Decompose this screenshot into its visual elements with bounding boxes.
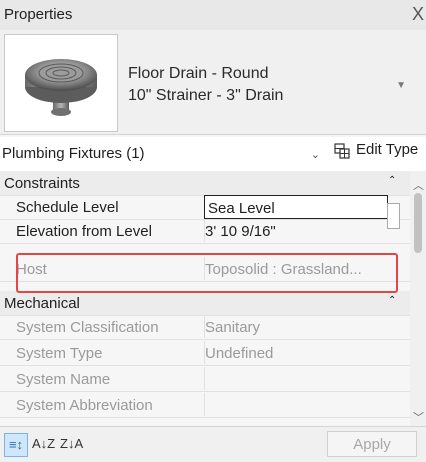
property-row-system-type[interactable]: System Type Undefined bbox=[0, 341, 410, 366]
host-field: Toposolid : Grassland... bbox=[204, 257, 387, 280]
category-filter-value: Plumbing Fixtures (1) bbox=[2, 145, 145, 162]
title-bar: Properties X bbox=[0, 0, 426, 30]
sort-ascending-icon[interactable]: A↓Z bbox=[32, 433, 55, 455]
property-row-system-classification[interactable]: System Classification Sanitary bbox=[0, 315, 410, 340]
property-row-system-abbreviation[interactable]: System Abbreviation bbox=[0, 393, 410, 418]
system-classification-field: Sanitary bbox=[204, 315, 387, 338]
edit-type-icon bbox=[334, 143, 350, 159]
property-name: Elevation from Level bbox=[16, 223, 152, 240]
bottom-toolbar: ≡↕ A↓Z Z↓A Apply bbox=[0, 426, 426, 462]
scrollbar-thumb[interactable] bbox=[387, 203, 400, 229]
property-name: System Classification bbox=[16, 319, 159, 336]
property-value: Sea Level bbox=[208, 200, 275, 217]
property-row-schedule-level[interactable]: Schedule Level Sea Level bbox=[0, 195, 410, 220]
vertical-scrollbar[interactable]: ︿ ﹀ bbox=[410, 171, 426, 426]
system-abbreviation-field bbox=[204, 393, 387, 416]
collapse-icon[interactable]: ⌃ bbox=[388, 295, 396, 306]
group-mechanical[interactable]: Mechanical ⌃ bbox=[0, 291, 410, 316]
type-name-line1: Floor Drain - Round bbox=[128, 65, 269, 82]
property-name: System Abbreviation bbox=[16, 397, 153, 414]
value-scrollbar[interactable] bbox=[386, 201, 400, 253]
sort-categorized-icon[interactable]: ≡↕ bbox=[4, 433, 28, 457]
group-title: Mechanical bbox=[4, 295, 80, 312]
property-row-system-name[interactable]: System Name bbox=[0, 367, 410, 392]
property-name: Host bbox=[16, 261, 47, 278]
category-row: Plumbing Fixtures (1) ⌄ Edit Type bbox=[0, 137, 426, 172]
floor-drain-icon bbox=[4, 34, 118, 132]
property-value: 3' 10 9/16" bbox=[205, 223, 276, 240]
type-name: Floor Drain - Round 10" Strainer - 3" Dr… bbox=[128, 63, 283, 107]
property-value: Toposolid : Grassland... bbox=[205, 261, 362, 278]
chevron-down-icon: ⌄ bbox=[310, 149, 320, 161]
schedule-level-field[interactable]: Sea Level bbox=[204, 195, 388, 219]
properties-panel: Properties X Floor Drain - Round 10" Str… bbox=[0, 0, 426, 462]
close-icon[interactable]: X bbox=[412, 3, 424, 25]
elevation-field[interactable]: 3' 10 9/16" bbox=[204, 219, 387, 242]
property-value: Sanitary bbox=[205, 319, 261, 336]
scrollbar-thumb[interactable] bbox=[414, 193, 422, 253]
sort-descending-icon[interactable]: Z↓A bbox=[60, 433, 83, 455]
property-name: System Name bbox=[16, 371, 111, 388]
property-row-elevation-from-level[interactable]: Elevation from Level 3' 10 9/16" bbox=[0, 219, 410, 244]
system-type-field: Undefined bbox=[204, 341, 387, 364]
apply-button[interactable]: Apply bbox=[327, 431, 417, 457]
property-name: Schedule Level bbox=[16, 199, 119, 216]
category-filter-dropdown[interactable]: Plumbing Fixtures (1) ⌄ bbox=[2, 141, 328, 167]
panel-title: Properties bbox=[4, 6, 73, 23]
system-name-field bbox=[204, 367, 387, 390]
property-value: Undefined bbox=[205, 345, 274, 362]
scroll-up-icon[interactable]: ︿ bbox=[413, 177, 424, 193]
type-name-line2: 10" Strainer - 3" Drain bbox=[128, 87, 284, 104]
property-name: System Type bbox=[16, 345, 103, 362]
type-selector[interactable]: Floor Drain - Round 10" Strainer - 3" Dr… bbox=[0, 30, 426, 135]
scroll-down-icon[interactable]: ﹀ bbox=[413, 409, 424, 425]
collapse-icon[interactable]: ⌃ bbox=[388, 175, 396, 186]
edit-type-label: Edit Type bbox=[356, 141, 419, 158]
property-row-host[interactable]: Host Toposolid : Grassland... bbox=[0, 257, 410, 282]
group-title: Constraints bbox=[4, 175, 80, 192]
chevron-down-icon[interactable]: ▼ bbox=[396, 80, 406, 91]
group-constraints[interactable]: Constraints ⌃ bbox=[0, 171, 410, 196]
property-grid: Constraints ⌃ Schedule Level Sea Level E… bbox=[0, 171, 410, 426]
